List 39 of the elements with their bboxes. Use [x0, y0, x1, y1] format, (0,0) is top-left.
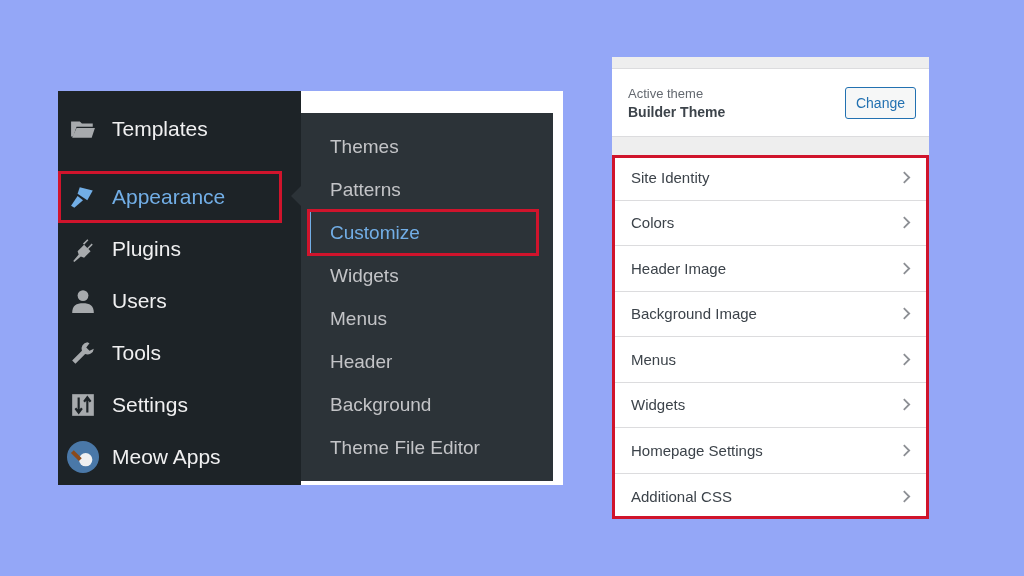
submenu-item[interactable]: Header: [301, 340, 537, 383]
submenu-item[interactable]: Themes: [301, 125, 537, 168]
customizer-section[interactable]: Header Image: [612, 246, 929, 292]
submenu-item[interactable]: Background: [301, 383, 537, 426]
sidebar-item[interactable]: Appearance: [58, 171, 282, 223]
customizer-section[interactable]: Site Identity: [612, 155, 929, 201]
customizer-section[interactable]: Widgets: [612, 382, 929, 428]
chevron-icon: [902, 351, 911, 367]
sliders-icon: [70, 392, 96, 418]
chevron-icon: [902, 260, 911, 276]
theme-name: Builder Theme: [628, 103, 726, 120]
customizer-section[interactable]: Colors: [612, 200, 929, 246]
submenu-item[interactable]: Theme File Editor: [301, 426, 537, 469]
sidebar-item[interactable]: Templates: [58, 103, 301, 155]
sidebar-item[interactable]: Plugins: [58, 223, 301, 275]
active-theme-label: Active theme: [628, 85, 705, 101]
submenu-item[interactable]: Menus: [301, 297, 537, 340]
paintbrush-icon: [70, 184, 96, 210]
chevron-icon: [902, 306, 911, 322]
customizer-section[interactable]: Menus: [612, 337, 929, 383]
submenu-item[interactable]: Patterns: [301, 168, 537, 211]
submenu-item[interactable]: Customize: [309, 211, 537, 254]
chevron-icon: [902, 397, 911, 413]
customizer-section[interactable]: Background Image: [612, 291, 929, 337]
wrench-icon: [70, 340, 96, 366]
user-icon: [70, 288, 96, 314]
avatar-icon: [67, 441, 99, 473]
change-button[interactable]: Change: [844, 86, 916, 119]
sidebar-item[interactable]: Tools: [58, 327, 301, 379]
chevron-icon: [902, 215, 911, 231]
customizer-section[interactable]: Additional CSS: [612, 473, 929, 519]
sidebar-item[interactable]: Meow Apps: [58, 431, 301, 483]
submenu-item[interactable]: Widgets: [301, 254, 537, 297]
sidebar-item[interactable]: Users: [58, 275, 301, 327]
sidebar-item[interactable]: Settings: [58, 379, 301, 431]
chevron-icon: [902, 442, 911, 458]
chevron-icon: [902, 169, 911, 185]
customizer-section[interactable]: Homepage Settings: [612, 428, 929, 474]
chevron-icon: [902, 488, 911, 504]
